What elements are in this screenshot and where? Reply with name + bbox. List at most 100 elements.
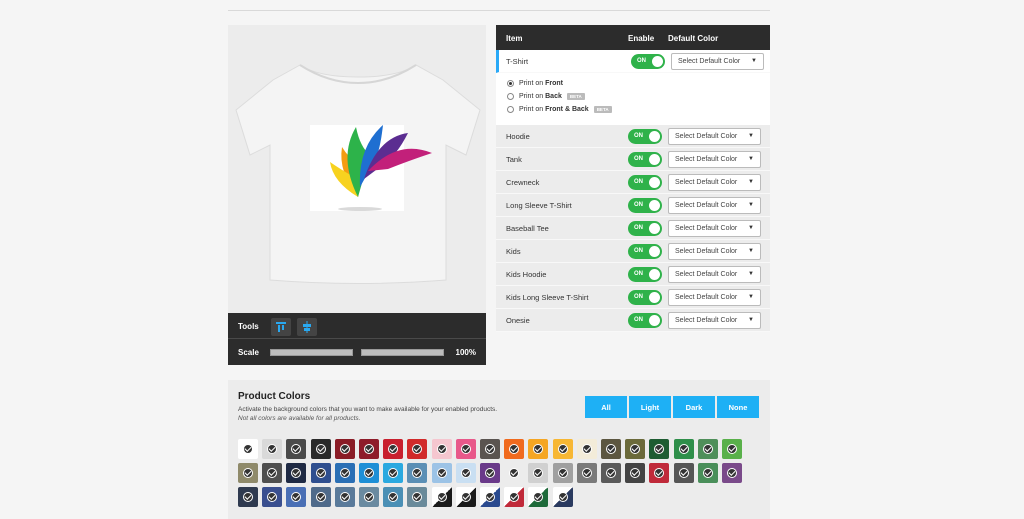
default-color-select-value: Select Default Color <box>678 58 741 65</box>
print-option[interactable]: Print on Front <box>507 77 770 90</box>
enable-toggle[interactable]: ON <box>628 244 662 259</box>
product-colors-panel: Product Colors Activate the background c… <box>228 380 770 519</box>
print-option[interactable]: Print on Front & Back BETA <box>507 103 770 116</box>
color-swatch[interactable] <box>238 439 258 459</box>
print-option[interactable]: Print on Back BETA <box>507 90 770 103</box>
color-swatch[interactable] <box>455 439 476 459</box>
radio-button[interactable] <box>507 80 514 87</box>
filter-none-button[interactable]: None <box>717 396 759 418</box>
color-swatch[interactable] <box>625 463 646 483</box>
align-top-tool-button[interactable] <box>271 318 291 336</box>
enable-toggle[interactable]: ON <box>628 129 662 144</box>
color-swatch[interactable] <box>407 487 428 507</box>
default-color-select[interactable]: Select Default Color ▼ <box>668 266 761 283</box>
enable-toggle[interactable]: ON <box>628 221 662 236</box>
table-row: Baseball Tee ON Select Default Color ▼ <box>496 217 770 240</box>
default-color-select[interactable]: Select Default Color ▼ <box>668 151 761 168</box>
scale-slider-left[interactable] <box>270 349 353 356</box>
color-swatch[interactable] <box>334 463 355 483</box>
color-swatch[interactable] <box>625 439 646 459</box>
radio-button[interactable] <box>507 106 514 113</box>
color-swatch[interactable] <box>238 487 258 507</box>
scale-slider-right[interactable] <box>361 349 444 356</box>
color-swatch[interactable] <box>480 463 500 483</box>
default-color-select[interactable]: Select Default Color ▼ <box>671 53 764 70</box>
color-swatch[interactable] <box>407 463 428 483</box>
enable-toggle[interactable]: ON <box>628 290 662 305</box>
enable-toggle[interactable]: ON <box>628 267 662 282</box>
check-icon <box>315 468 326 478</box>
enable-toggle[interactable]: ON <box>631 54 665 69</box>
color-swatch[interactable] <box>528 487 549 507</box>
color-swatch[interactable] <box>697 463 718 483</box>
color-swatch[interactable] <box>238 463 258 483</box>
color-swatch[interactable] <box>504 463 525 483</box>
color-swatch[interactable] <box>262 439 283 459</box>
tshirt-mockup <box>228 25 486 313</box>
default-color-select[interactable]: Select Default Color ▼ <box>668 312 761 329</box>
color-swatch[interactable] <box>722 463 742 483</box>
color-swatch[interactable] <box>310 439 331 459</box>
enable-toggle[interactable]: ON <box>628 198 662 213</box>
color-swatch[interactable] <box>286 463 307 483</box>
default-color-select[interactable]: Select Default Color ▼ <box>668 289 761 306</box>
color-swatch[interactable] <box>455 463 476 483</box>
tools-row: Tools <box>228 313 486 339</box>
default-color-select[interactable]: Select Default Color ▼ <box>668 174 761 191</box>
radio-button[interactable] <box>507 93 514 100</box>
color-swatch[interactable] <box>504 439 525 459</box>
color-swatch[interactable] <box>576 463 597 483</box>
color-swatch[interactable] <box>383 487 404 507</box>
enable-toggle[interactable]: ON <box>628 175 662 190</box>
align-center-tool-button[interactable] <box>297 318 317 336</box>
color-swatch[interactable] <box>722 439 742 459</box>
filter-dark-button[interactable]: Dark <box>673 396 715 418</box>
item-label: Tank <box>506 155 522 164</box>
color-swatch[interactable] <box>383 439 404 459</box>
color-swatch[interactable] <box>504 487 525 507</box>
color-swatch[interactable] <box>431 487 452 507</box>
color-swatch[interactable] <box>552 463 573 483</box>
color-swatch[interactable] <box>286 487 307 507</box>
color-swatch[interactable] <box>359 463 379 483</box>
color-swatch[interactable] <box>262 487 283 507</box>
color-swatch[interactable] <box>383 463 404 483</box>
table-row: Long Sleeve T-Shirt ON Select Default Colo… <box>496 194 770 217</box>
color-swatch[interactable] <box>359 487 379 507</box>
filter-light-button[interactable]: Light <box>629 396 671 418</box>
default-color-select[interactable]: Select Default Color ▼ <box>668 220 761 237</box>
color-swatch[interactable] <box>673 439 694 459</box>
color-swatch[interactable] <box>431 463 452 483</box>
color-swatch[interactable] <box>576 439 597 459</box>
color-swatch[interactable] <box>286 439 307 459</box>
enable-toggle[interactable]: ON <box>628 313 662 328</box>
color-swatch[interactable] <box>601 439 621 459</box>
default-color-select[interactable]: Select Default Color ▼ <box>668 197 761 214</box>
color-swatch[interactable] <box>310 463 331 483</box>
default-color-select[interactable]: Select Default Color ▼ <box>668 128 761 145</box>
color-swatch[interactable] <box>310 487 331 507</box>
color-swatch[interactable] <box>673 463 694 483</box>
color-swatch[interactable] <box>552 487 573 507</box>
color-swatch[interactable] <box>480 487 500 507</box>
default-color-select[interactable]: Select Default Color ▼ <box>668 243 761 260</box>
color-swatch[interactable] <box>334 439 355 459</box>
color-swatch[interactable] <box>431 439 452 459</box>
color-swatch[interactable] <box>480 439 500 459</box>
color-swatch[interactable] <box>334 487 355 507</box>
default-color-select-value: Select Default Color <box>675 156 738 163</box>
color-swatch[interactable] <box>552 439 573 459</box>
color-swatch[interactable] <box>528 439 549 459</box>
color-swatch[interactable] <box>601 463 621 483</box>
color-swatch[interactable] <box>528 463 549 483</box>
filter-all-button[interactable]: All <box>585 396 627 418</box>
color-swatch[interactable] <box>649 439 670 459</box>
color-swatch[interactable] <box>262 463 283 483</box>
color-swatch[interactable] <box>359 439 379 459</box>
color-swatch[interactable] <box>407 439 428 459</box>
header-default-color: Default Color <box>668 34 719 43</box>
color-swatch[interactable] <box>455 487 476 507</box>
enable-toggle[interactable]: ON <box>628 152 662 167</box>
color-swatch[interactable] <box>697 439 718 459</box>
color-swatch[interactable] <box>649 463 670 483</box>
